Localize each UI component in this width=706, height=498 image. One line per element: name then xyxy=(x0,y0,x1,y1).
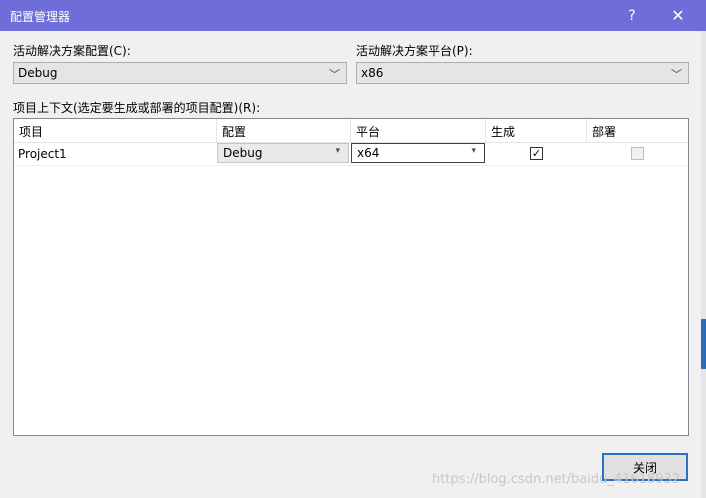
active-config-dropdown[interactable]: Debug ﹀ xyxy=(13,62,347,84)
column-header-configuration[interactable]: 配置 xyxy=(217,119,351,142)
chevron-down-icon: ▾ xyxy=(335,146,340,156)
row-configuration-dropdown[interactable]: Debug ▾ xyxy=(217,143,349,163)
active-platform-label: 活动解决方案平台(P): xyxy=(356,44,473,58)
column-header-platform[interactable]: 平台 xyxy=(351,119,486,142)
window-close-button[interactable]: ✕ xyxy=(658,0,698,31)
row-platform-dropdown[interactable]: x64 ▾ xyxy=(351,143,485,163)
title-bar: 配置管理器 ? ✕ xyxy=(0,0,706,31)
row-configuration-value: Debug xyxy=(223,146,263,160)
chevron-down-icon: ﹀ xyxy=(671,68,682,81)
chevron-down-icon: ▾ xyxy=(471,146,476,156)
deploy-checkbox xyxy=(631,147,644,160)
help-button[interactable]: ? xyxy=(612,0,652,31)
active-config-value: Debug xyxy=(18,66,58,80)
table-row[interactable]: Project1 Debug ▾ x64 ▾ ✓ xyxy=(14,142,688,166)
column-header-deploy[interactable]: 部署 xyxy=(587,119,688,142)
row-platform-value: x64 xyxy=(357,146,380,160)
watermark-text: https://blog.csdn.net/baidu_41618932 xyxy=(432,472,681,487)
project-context-grid[interactable]: 项目 配置 平台 生成 部署 Project1 Debug ▾ x64 ▾ ✓ xyxy=(13,118,689,436)
project-name-cell: Project1 xyxy=(18,147,67,161)
column-header-build[interactable]: 生成 xyxy=(486,119,587,142)
active-config-label: 活动解决方案配置(C): xyxy=(13,44,131,58)
chevron-down-icon: ﹀ xyxy=(329,68,340,81)
project-context-label: 项目上下文(选定要生成或部署的项目配置)(R): xyxy=(13,101,261,115)
checkmark-icon: ✓ xyxy=(531,147,542,160)
grid-header: 项目 配置 平台 生成 部署 xyxy=(14,119,688,143)
build-checkbox[interactable]: ✓ xyxy=(530,147,543,160)
window-title: 配置管理器 xyxy=(10,10,71,24)
help-icon: ? xyxy=(628,7,636,24)
background-accent xyxy=(701,319,706,369)
active-platform-dropdown[interactable]: x86 ﹀ xyxy=(356,62,689,84)
column-header-project[interactable]: 项目 xyxy=(14,119,217,142)
close-icon: ✕ xyxy=(671,6,685,25)
background-window-edge xyxy=(701,31,706,498)
active-platform-value: x86 xyxy=(361,66,384,80)
